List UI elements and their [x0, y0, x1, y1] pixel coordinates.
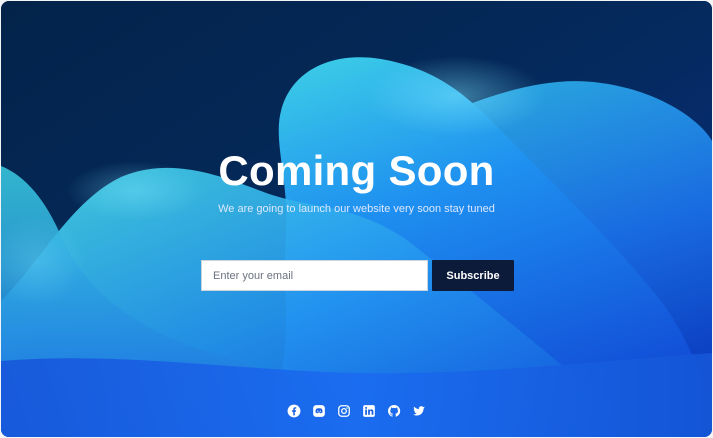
email-input[interactable]: [201, 260, 428, 291]
abstract-wave-background: [1, 1, 712, 437]
social-links: [1, 404, 712, 420]
linkedin-link[interactable]: [362, 404, 376, 418]
twitter-icon: [413, 406, 425, 416]
linkedin-icon: [363, 405, 375, 417]
github-link[interactable]: [387, 404, 401, 418]
facebook-link[interactable]: [287, 404, 301, 418]
subscribe-form: Subscribe: [201, 260, 514, 291]
twitter-link[interactable]: [412, 404, 426, 418]
page-title: Coming Soon: [218, 147, 495, 194]
discord-icon: [313, 405, 325, 417]
facebook-icon: [287, 404, 301, 418]
subscribe-button[interactable]: Subscribe: [432, 260, 514, 291]
github-icon: [388, 405, 401, 417]
instagram-icon: [338, 405, 350, 417]
page-subtitle: We are going to launch our website very …: [218, 203, 495, 215]
instagram-link[interactable]: [337, 404, 351, 418]
coming-soon-page: Coming Soon We are going to launch our w…: [1, 1, 712, 437]
discord-link[interactable]: [312, 404, 326, 418]
